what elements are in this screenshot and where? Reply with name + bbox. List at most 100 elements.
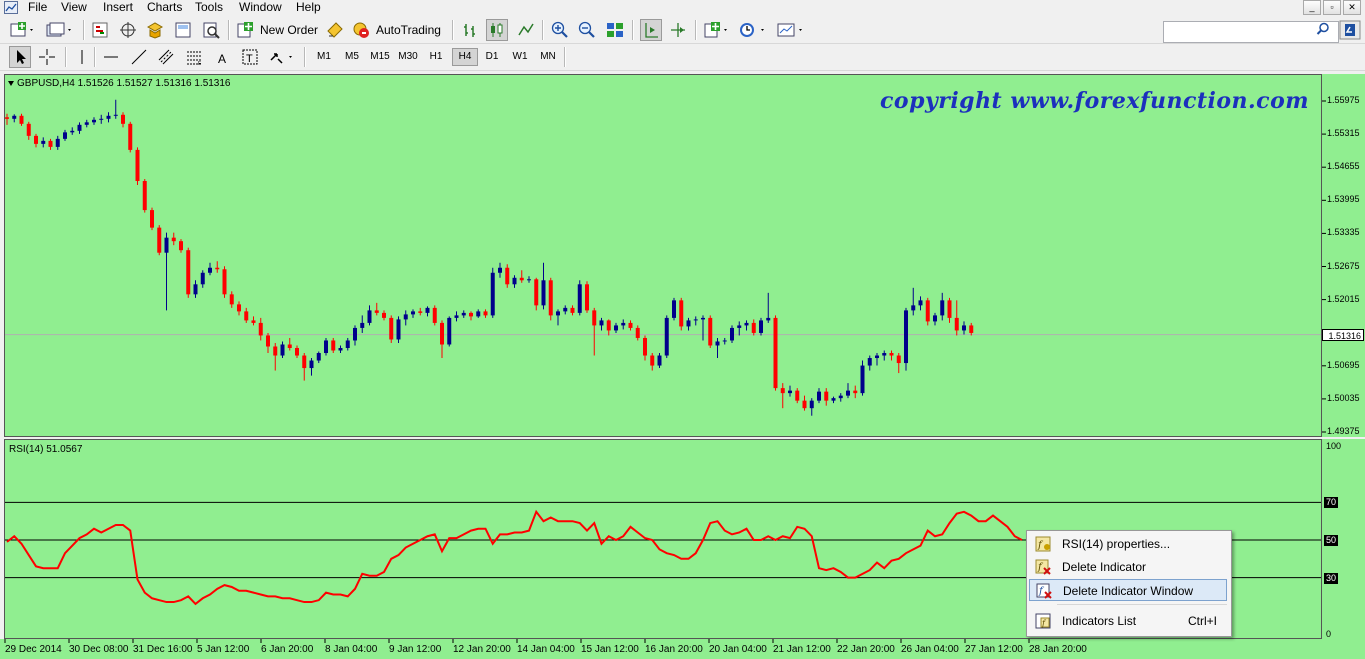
- candle-body: [904, 310, 908, 364]
- candle-body: [483, 311, 488, 316]
- time-label: 26 Jan 04:00: [901, 644, 959, 655]
- candlestick-chart-button[interactable]: [486, 19, 508, 41]
- new-chart-icon[interactable]: [10, 21, 36, 39]
- candle-body: [686, 320, 691, 327]
- candle-body: [469, 312, 473, 317]
- candle-body: [454, 315, 459, 318]
- candle-body: [889, 353, 894, 356]
- horizontal-line-icon[interactable]: [102, 48, 120, 66]
- menu-file[interactable]: File: [28, 0, 47, 16]
- candle-body: [295, 347, 299, 356]
- candle-body: [643, 337, 647, 356]
- profiles-icon[interactable]: [45, 21, 75, 39]
- candle-body: [411, 311, 415, 315]
- new-order-button[interactable]: New Order: [236, 21, 320, 39]
- menu-insert[interactable]: Insert: [103, 0, 133, 16]
- time-label: 8 Jan 04:00: [325, 644, 378, 655]
- navigator-icon[interactable]: [146, 21, 164, 39]
- arrows-icon[interactable]: [268, 48, 298, 66]
- candle-body: [266, 335, 270, 347]
- chart-shift-icon[interactable]: [669, 21, 687, 39]
- candle-body: [418, 311, 423, 313]
- app-icon[interactable]: [4, 1, 18, 14]
- minimize-button[interactable]: _: [1303, 0, 1321, 15]
- line-chart-icon[interactable]: [517, 21, 535, 39]
- crosshair-icon[interactable]: [38, 48, 56, 66]
- candle-body: [490, 272, 495, 316]
- zoom-out-icon[interactable]: [578, 21, 596, 39]
- data-window-icon[interactable]: [119, 21, 137, 39]
- text-label-icon[interactable]: T: [241, 48, 259, 66]
- candle-body: [838, 395, 843, 399]
- periods-icon[interactable]: [738, 21, 768, 39]
- menu-view[interactable]: View: [61, 0, 87, 16]
- candle-body: [135, 149, 140, 181]
- chart-menu-triangle-icon[interactable]: [8, 80, 14, 86]
- search-input[interactable]: [1163, 21, 1339, 43]
- candle-body: [208, 267, 212, 273]
- text-tool-button[interactable]: A: [218, 52, 226, 66]
- menu-item-delete-indicator[interactable]: f Delete Indicator: [1029, 556, 1227, 578]
- candle-body: [824, 391, 829, 401]
- candle-body: [164, 237, 169, 253]
- candle-body: [12, 115, 17, 119]
- candle-body: [251, 320, 256, 323]
- candle-body: [896, 355, 901, 364]
- restore-button[interactable]: ▫: [1323, 0, 1341, 15]
- candle-body: [628, 322, 633, 328]
- metaeditor-icon[interactable]: [326, 21, 344, 39]
- candle-body: [142, 180, 147, 211]
- candle-body: [345, 340, 350, 348]
- channel-icon[interactable]: [157, 48, 175, 66]
- templates-icon[interactable]: [776, 21, 806, 39]
- candle-body: [273, 346, 278, 356]
- menu-item-indicators-list[interactable]: f Indicators List Ctrl+I: [1029, 610, 1227, 632]
- zoom-in-icon[interactable]: [551, 21, 569, 39]
- cursor-icon: [17, 50, 26, 64]
- candle-body: [679, 300, 684, 327]
- timeframe-mn[interactable]: MN: [536, 49, 560, 65]
- menu-help[interactable]: Help: [296, 0, 321, 16]
- cursor-button[interactable]: [9, 46, 31, 68]
- menu-item-delete-indicator-window[interactable]: f Delete Indicator Window: [1029, 579, 1227, 601]
- candle-body: [802, 400, 807, 409]
- bar-chart-icon[interactable]: [461, 21, 479, 39]
- timeframe-m15[interactable]: M15: [368, 49, 392, 65]
- timeframe-m30[interactable]: M30: [396, 49, 420, 65]
- timeframe-d1[interactable]: D1: [480, 49, 504, 65]
- candle-body: [831, 398, 836, 401]
- auto-scroll-button[interactable]: [640, 19, 662, 41]
- timeframe-w1[interactable]: W1: [508, 49, 532, 65]
- candle-body: [26, 123, 31, 136]
- timeframe-h4[interactable]: H4: [452, 48, 478, 66]
- candle-body: [846, 390, 850, 396]
- close-button[interactable]: ✕: [1343, 0, 1361, 15]
- time-label: 21 Jan 12:00: [773, 644, 831, 655]
- new-order-icon: [237, 22, 253, 38]
- notifications-icon[interactable]: [1339, 20, 1361, 40]
- indicators-icon[interactable]: [703, 21, 731, 39]
- candle-body: [287, 344, 292, 348]
- fibonacci-icon[interactable]: F: [185, 48, 203, 66]
- vertical-line-icon[interactable]: [73, 48, 91, 66]
- timeframe-m5[interactable]: M5: [340, 49, 364, 65]
- menu-charts[interactable]: Charts: [147, 0, 182, 16]
- strategy-tester-icon[interactable]: [202, 21, 220, 39]
- tile-windows-icon[interactable]: [606, 21, 624, 39]
- menu-item-rsi-properties[interactable]: f RSI(14) properties...: [1029, 533, 1227, 555]
- market-watch-icon[interactable]: [91, 21, 109, 39]
- menu-window[interactable]: Window: [239, 0, 282, 16]
- toolbar-separator: [83, 20, 85, 40]
- search-icon[interactable]: [1316, 22, 1330, 36]
- terminal-icon[interactable]: [174, 21, 192, 39]
- context-menu: f RSI(14) properties... f Delete Indicat…: [1026, 530, 1232, 637]
- timeframe-h1[interactable]: H1: [424, 49, 448, 65]
- trendline-icon[interactable]: [130, 48, 148, 66]
- autotrading-button[interactable]: AutoTrading: [352, 21, 446, 39]
- candle-body: [99, 118, 104, 120]
- candle-body: [150, 210, 154, 228]
- candle-body: [940, 300, 945, 316]
- timeframe-m1[interactable]: M1: [312, 49, 336, 65]
- candle-body: [780, 388, 785, 394]
- menu-tools[interactable]: Tools: [195, 0, 223, 16]
